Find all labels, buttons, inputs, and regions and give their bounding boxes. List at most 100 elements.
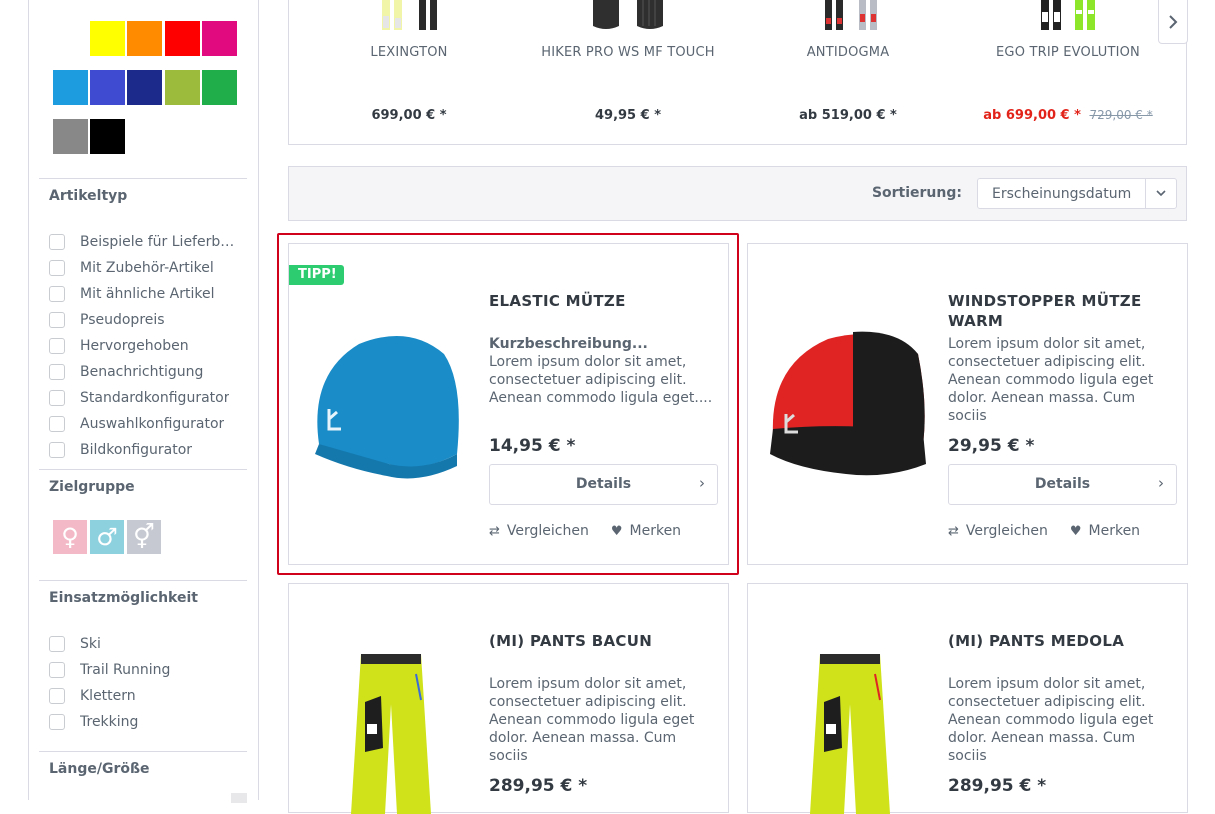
compare-label: Vergleichen (506, 523, 589, 539)
checkbox[interactable] (49, 416, 65, 432)
product-card[interactable]: TIPP! ELASTIC MÜTZE Kurzbeschreibung... … (288, 243, 729, 565)
scrollbar-thumb[interactable] (231, 793, 247, 803)
checkbox[interactable] (49, 338, 65, 354)
filter-heading-size[interactable]: Länge/Größe (49, 761, 150, 777)
product-image-pants-yellow[interactable] (758, 644, 928, 814)
checkbox[interactable] (49, 662, 65, 678)
color-swatch-blue[interactable] (90, 70, 125, 105)
product-image-pants-yellow[interactable] (299, 644, 469, 814)
filter-heading-article-type[interactable]: Artikeltyp (49, 188, 127, 204)
tip-badge: TIPP! (289, 265, 344, 285)
filter-option-label: Mit ähnliche Artikel (80, 286, 215, 302)
checkbox[interactable] (49, 390, 65, 406)
checkbox[interactable] (49, 234, 65, 250)
wishlist-link[interactable]: ♥ Merken (1070, 523, 1140, 539)
wishlist-label: Merken (629, 523, 682, 539)
color-swatch-lightblue[interactable] (53, 70, 88, 105)
slider-product-name[interactable]: HIKER PRO WS MF TOUCH (528, 45, 728, 60)
slider-product-price: ab 519,00 € * (799, 108, 897, 123)
filter-option[interactable]: Standardkonfigurator (49, 388, 229, 408)
sort-select[interactable]: Erscheinungsdatum (977, 178, 1177, 209)
color-swatch-green[interactable] (202, 70, 237, 105)
filter-option[interactable]: Klettern (49, 686, 136, 706)
filter-option[interactable]: Beispiele für Lieferbar... (49, 232, 240, 252)
filter-option-label: Bildkonfigurator (80, 442, 193, 458)
filter-option[interactable]: Mit Zubehör-Artikel (49, 258, 214, 278)
compare-label: Vergleichen (965, 523, 1048, 539)
product-actions: ⇄ Vergleichen ♥ Merken (489, 523, 681, 539)
product-description: Lorem ipsum dolor sit amet, consectetuer… (948, 336, 1154, 424)
product-title[interactable]: WINDSTOPPER MÜTZE WARM (948, 291, 1177, 331)
filter-option[interactable]: Auswahlkonfigurator (49, 414, 224, 434)
filter-option[interactable]: Benachrichtigung (49, 362, 203, 382)
filter-option[interactable]: Mit ähnliche Artikel (49, 284, 214, 304)
product-title[interactable]: (MI) PANTS BACUN (489, 631, 718, 651)
slider-next-button[interactable] (1158, 0, 1188, 44)
unisex-icon[interactable]: ⚥ (127, 520, 161, 554)
filter-option[interactable]: Trail Running (49, 660, 170, 680)
checkbox[interactable] (49, 312, 65, 328)
filter-option-label: Trekking (80, 714, 139, 730)
wishlist-link[interactable]: ♥ Merken (611, 523, 681, 539)
male-icon[interactable]: ♂ (90, 520, 124, 554)
short-description-label: Kurzbeschreibung... (489, 336, 648, 352)
filter-option-label: Hervorgehoben (80, 338, 189, 354)
filter-option-label: Ski (80, 636, 101, 652)
color-swatch-olive[interactable] (165, 70, 200, 105)
filter-option-label: Mit Zubehör-Artikel (80, 260, 214, 276)
sort-label: Sortierung: (871, 185, 962, 201)
sort-bar: Sortierung: Erscheinungsdatum (288, 166, 1187, 221)
checkbox[interactable] (49, 636, 65, 652)
slider-product[interactable]: ANTIDOGMA ab 519,00 € * (748, 0, 948, 145)
filter-option-label: Auswahlkonfigurator (80, 416, 225, 432)
product-card[interactable]: (MI) PANTS BACUN Lorem ipsum dolor sit a… (288, 583, 729, 814)
compare-link[interactable]: ⇄ Vergleichen (948, 523, 1048, 539)
filter-heading-target-group[interactable]: Zielgruppe (49, 479, 135, 495)
slider-product-name[interactable]: LEXINGTON (309, 45, 509, 60)
slider-product[interactable]: LEXINGTON 699,00 € * (309, 0, 509, 145)
divider (39, 751, 247, 752)
details-button[interactable]: Details › (489, 464, 718, 505)
checkbox[interactable] (49, 260, 65, 276)
product-image-beanie-blue[interactable] (299, 314, 469, 484)
product-card[interactable]: (MI) PANTS MEDOLA Lorem ipsum dolor sit … (747, 583, 1188, 814)
color-swatch-orange[interactable] (127, 21, 162, 56)
filter-option[interactable]: Trekking (49, 712, 138, 732)
checkbox[interactable] (49, 286, 65, 302)
wishlist-label: Merken (1088, 523, 1141, 539)
color-swatch-magenta[interactable] (202, 21, 237, 56)
slider-product-name[interactable]: EGO TRIP EVOLUTION (968, 45, 1168, 60)
checkbox[interactable] (49, 714, 65, 730)
slider-product[interactable]: HIKER PRO WS MF TOUCH 49,95 € * (528, 0, 728, 145)
color-swatch-navy[interactable] (127, 70, 162, 105)
compare-link[interactable]: ⇄ Vergleichen (489, 523, 589, 539)
filter-option[interactable]: Hervorgehoben (49, 336, 189, 356)
product-title[interactable]: (MI) PANTS MEDOLA (948, 631, 1177, 651)
sale-price: ab 699,00 € * (983, 108, 1081, 123)
color-swatch-grey[interactable] (53, 119, 88, 154)
color-swatch-yellow[interactable] (90, 21, 125, 56)
product-title[interactable]: ELASTIC MÜTZE (489, 291, 718, 311)
chevron-down-icon[interactable] (1145, 179, 1176, 208)
slider-product[interactable]: EGO TRIP EVOLUTION ab 699,00 € * 729,00 … (968, 0, 1168, 145)
details-button[interactable]: Details › (948, 464, 1177, 505)
slider-product-price: 49,95 € * (594, 108, 661, 123)
slider-product-name[interactable]: ANTIDOGMA (748, 45, 948, 60)
filter-option-label: Benachrichtigung (80, 364, 204, 380)
female-icon[interactable]: ♀ (53, 520, 87, 554)
details-button-label: Details (575, 476, 632, 492)
color-swatch-black[interactable] (90, 119, 125, 154)
product-image-beanie-red-black[interactable] (758, 314, 928, 484)
filter-option[interactable]: Pseudopreis (49, 310, 165, 330)
product-price: 289,95 € * (948, 776, 1047, 796)
filter-option-label: Beispiele für Lieferbar... (80, 234, 240, 250)
product-card[interactable]: WINDSTOPPER MÜTZE WARM Lorem ipsum dolor… (747, 243, 1188, 565)
filter-option[interactable]: Ski (49, 634, 101, 654)
ski-image (1041, 0, 1095, 30)
checkbox[interactable] (49, 364, 65, 380)
checkbox[interactable] (49, 688, 65, 704)
filter-option[interactable]: Bildkonfigurator (49, 440, 192, 460)
checkbox[interactable] (49, 442, 65, 458)
color-swatch-red[interactable] (165, 21, 200, 56)
filter-heading-usage[interactable]: Einsatzmöglichkeit (49, 590, 198, 606)
